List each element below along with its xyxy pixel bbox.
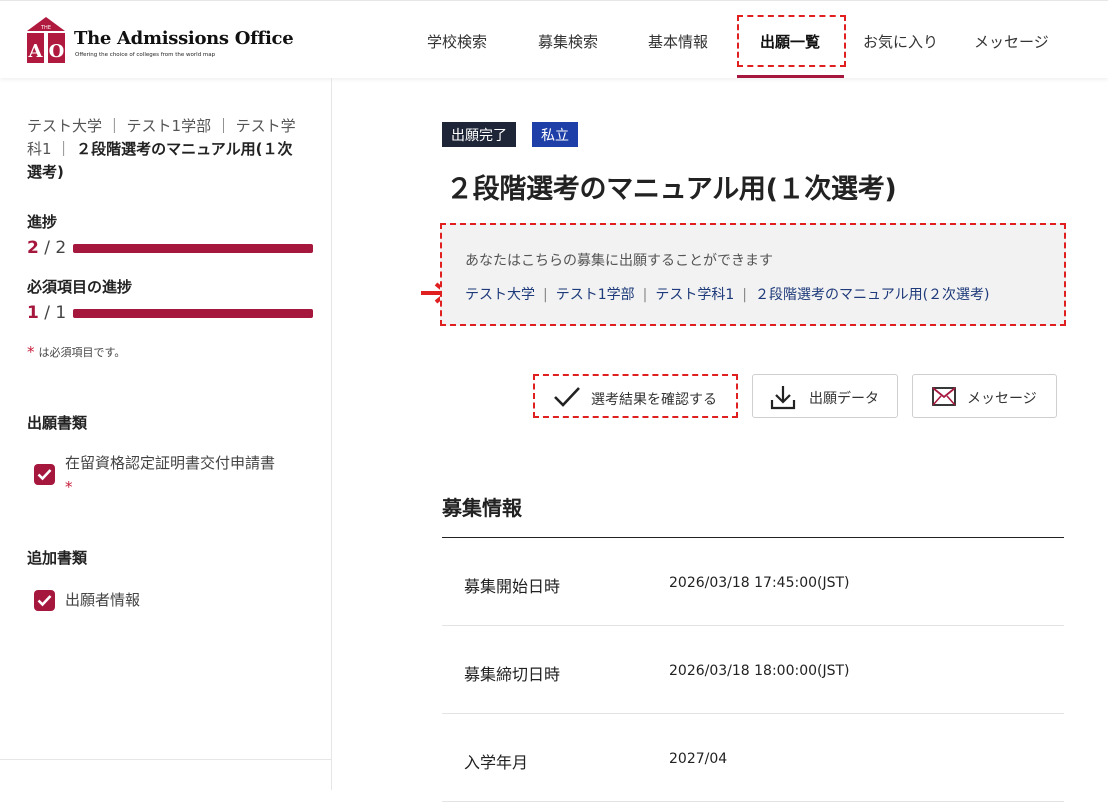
required-note: * は必須項目です。 xyxy=(27,343,125,361)
info-row-value: 2027/04 xyxy=(669,751,728,767)
info-row-value: 2026/03/18 18:00:00(JST) xyxy=(669,663,850,679)
download-icon xyxy=(770,386,796,410)
message-label: メッセージ xyxy=(967,391,1037,407)
required-progress-total: / 1 xyxy=(44,303,67,323)
info-row-label: 募集締切日時 xyxy=(464,665,561,684)
link-faculty[interactable]: テスト1学部 xyxy=(556,287,635,303)
link-university[interactable]: テスト大学 xyxy=(465,287,535,303)
progress-count: 2 / 2 xyxy=(27,238,66,258)
progress-bar-fill xyxy=(73,244,313,253)
document-required-star: * xyxy=(65,478,73,496)
info-row: 募集締切日時 2026/03/18 18:00:00(JST) xyxy=(442,626,1064,714)
info-row-value: 2026/03/18 17:45:00(JST) xyxy=(669,575,850,591)
required-note-text: は必須項目です。 xyxy=(38,346,126,359)
check-results-button[interactable]: 選考結果を確認する xyxy=(533,374,738,418)
documents-label: 出願書類 xyxy=(27,414,88,432)
progress-label: 進捗 xyxy=(27,213,58,231)
svg-text:O: O xyxy=(49,41,65,62)
recruitment-info-heading: 募集情報 xyxy=(442,496,522,520)
document-checkbox[interactable] xyxy=(34,464,55,485)
nav-recruit-search[interactable]: 募集検索 xyxy=(538,31,598,52)
required-progress-label: 必須項目の進捗 xyxy=(27,278,133,296)
link-department[interactable]: テスト学科1 xyxy=(655,287,734,303)
nav-messages[interactable]: メッセージ xyxy=(974,31,1049,52)
check-results-label: 選考結果を確認する xyxy=(591,392,717,408)
sidebar: テスト大学 ｜ テスト1学部 ｜ テスト学 科1 ｜ ２段階選考のマニュアル用(… xyxy=(0,78,332,790)
progress-bar xyxy=(73,244,313,253)
required-progress-count: 1 / 1 xyxy=(27,303,66,323)
info-row-label: 入学年月 xyxy=(464,753,529,772)
download-label: 出願データ xyxy=(809,391,879,407)
logo[interactable]: A O THE The Admissions Office Offering t… xyxy=(27,17,294,65)
nav-school-search[interactable]: 学校検索 xyxy=(427,31,487,52)
additional-label: 追加書類 xyxy=(27,549,88,567)
info-text: あなたはこちらの募集に出願することができます xyxy=(465,253,773,269)
logo-title: The Admissions Office xyxy=(74,28,294,49)
check-icon xyxy=(554,387,580,407)
nav-highlight-box xyxy=(737,15,846,67)
message-button[interactable]: メッセージ xyxy=(912,374,1057,418)
required-progress-current: 1 xyxy=(27,303,39,323)
logo-mark-icon: A O THE xyxy=(27,17,65,63)
required-progress-bar xyxy=(73,309,313,318)
document-item-label: 在留資格認定証明書交付申請書 * xyxy=(65,451,280,499)
breadcrumb: テスト大学 ｜ テスト1学部 ｜ テスト学 科1 ｜ ２段階選考のマニュアル用(… xyxy=(27,115,307,184)
document-item-text: 在留資格認定証明書交付申請書 xyxy=(65,454,276,472)
type-badge: 私立 xyxy=(532,122,578,147)
checkmark-icon xyxy=(37,469,52,481)
svg-text:THE: THE xyxy=(40,25,51,31)
top-header: A O THE The Admissions Office Offering t… xyxy=(0,0,1108,78)
nav-basic-info[interactable]: 基本情報 xyxy=(648,31,708,52)
nav-active-indicator xyxy=(737,75,844,78)
download-button[interactable]: 出願データ xyxy=(752,374,898,418)
status-badge: 出願完了 xyxy=(442,122,516,147)
breadcrumb-line1: テスト大学 ｜ テスト1学部 ｜ テスト学 xyxy=(27,117,296,135)
nav-favorites[interactable]: お気に入り xyxy=(863,31,938,52)
additional-item-label: 出願者情報 xyxy=(65,591,141,609)
svg-text:A: A xyxy=(28,41,44,62)
next-stage-info-box: あなたはこちらの募集に出願することができます テスト大学 | テスト1学部 | テスト学… xyxy=(440,223,1066,326)
progress-total: / 2 xyxy=(44,238,67,258)
link-recruitment[interactable]: ２段階選考のマニュアル用(２次選考) xyxy=(755,287,990,303)
progress-current: 2 xyxy=(27,238,39,258)
logo-tagline: Offering the choice of colleges from the… xyxy=(75,52,216,58)
mail-icon xyxy=(932,387,956,406)
checkmark-icon xyxy=(37,595,52,607)
required-progress-bar-fill xyxy=(73,309,313,318)
additional-checkbox[interactable] xyxy=(34,590,55,611)
info-row: 入学年月 2027/04 xyxy=(442,714,1064,802)
next-stage-link[interactable]: テスト大学 | テスト1学部 | テスト学科1 | ２段階選考のマニュアル用(２次選考) xyxy=(465,284,990,304)
breadcrumb-line2: 科1 ｜ xyxy=(27,140,72,158)
info-row-label: 募集開始日時 xyxy=(464,577,561,596)
required-star: * xyxy=(27,343,35,361)
page-title: ２段階選考のマニュアル用(１次選考) xyxy=(446,174,897,205)
sidebar-divider xyxy=(0,759,332,760)
info-row: 募集開始日時 2026/03/18 17:45:00(JST) xyxy=(442,538,1064,626)
